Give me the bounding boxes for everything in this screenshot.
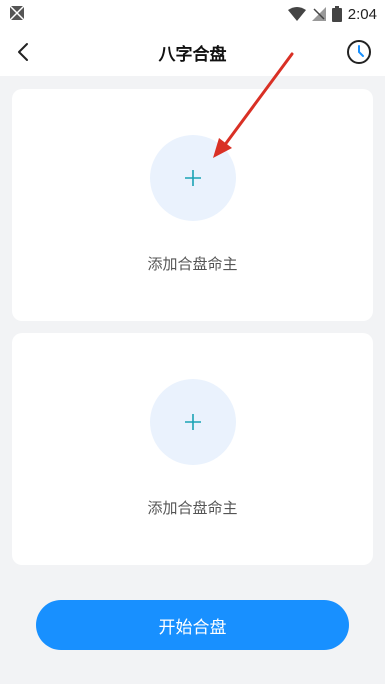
add-subject-button-2[interactable] bbox=[150, 379, 236, 465]
add-subject-label-2: 添加合盘命主 bbox=[147, 499, 238, 517]
header: 八字合盘 bbox=[0, 28, 385, 76]
subject-card-1: 添加合盘命主 bbox=[12, 89, 373, 321]
history-clock-icon[interactable] bbox=[345, 38, 373, 66]
add-subject-label-1: 添加合盘命主 bbox=[147, 255, 238, 273]
status-time: 2:04 bbox=[347, 5, 377, 23]
battery-icon bbox=[331, 6, 342, 22]
signal-icon bbox=[311, 7, 326, 21]
notification-icon bbox=[10, 6, 24, 20]
status-bar: 2:04 bbox=[0, 0, 385, 28]
plus-icon bbox=[185, 170, 201, 186]
start-match-button[interactable]: 开始合盘 bbox=[36, 600, 349, 650]
plus-icon bbox=[185, 414, 201, 430]
wifi-icon bbox=[287, 7, 306, 21]
add-subject-button-1[interactable] bbox=[150, 135, 236, 221]
page-title: 八字合盘 bbox=[158, 45, 227, 65]
subject-card-2: 添加合盘命主 bbox=[12, 333, 373, 565]
